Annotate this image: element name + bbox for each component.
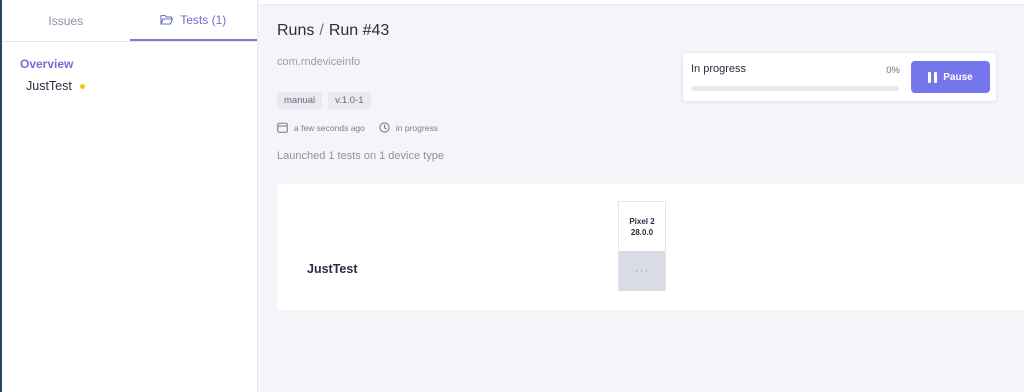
tab-issues-label: Issues (48, 13, 84, 28)
top-bar (258, 0, 1024, 5)
sidebar-item-justtest[interactable]: JustTest (2, 78, 257, 94)
breadcrumb-separator: / (319, 22, 324, 39)
run-tags: manual v.1.0-1 (277, 92, 371, 109)
run-package: com.rndeviceinfo (277, 56, 361, 68)
app-window: Issues Tests (1) Overview JustTest Runs /… (0, 0, 1024, 392)
breadcrumb-current: Run #43 (328, 22, 390, 39)
device-header: Pixel 2 28.0.0 (619, 202, 665, 251)
sidebar-tabs: Issues Tests (1) (2, 0, 257, 42)
device-version: 28.0.0 (630, 227, 654, 237)
pause-button-label: Pause (943, 71, 973, 83)
progress-percent: 0% (886, 65, 900, 76)
launched-summary: Launched 1 tests on 1 device type (277, 150, 444, 162)
sidebar: Issues Tests (1) Overview JustTest (2, 0, 258, 392)
sidebar-item-overview[interactable]: Overview (2, 56, 257, 72)
run-created: a few seconds ago (294, 122, 365, 133)
pause-button[interactable]: Pause (911, 61, 990, 93)
device-name: Pixel 2 (629, 216, 655, 226)
sidebar-list: Overview JustTest (2, 42, 257, 94)
test-row-name[interactable]: JustTest (307, 262, 357, 276)
progress-card: In progress 0% Pause (682, 52, 997, 102)
run-meta: a few seconds ago in progress (277, 122, 438, 133)
main-content: Runs / Run #43 com.rndeviceinfo manual v.1… (258, 0, 1024, 392)
calendar-icon (277, 122, 288, 133)
progress-status: In progress (691, 63, 747, 75)
device-column: Pixel 2 28.0.0 ··· (618, 201, 666, 291)
clock-icon (379, 122, 390, 133)
run-status: in progress (395, 122, 438, 133)
tag-badge: manual (277, 92, 323, 109)
tab-tests-label: Tests (1) (180, 12, 227, 27)
status-dot (79, 83, 85, 89)
breadcrumb-runs-link[interactable]: Runs (277, 22, 314, 39)
tab-issues[interactable]: Issues (2, 0, 130, 41)
test-result-cell[interactable]: ··· (619, 251, 665, 291)
pause-icon (928, 71, 938, 83)
breadcrumb: Runs / Run #43 (277, 22, 389, 40)
tab-tests[interactable]: Tests (1) (129, 0, 257, 41)
results-matrix: JustTest Pixel 2 28.0.0 ··· (277, 184, 1024, 310)
folder-open-icon (160, 14, 174, 25)
progress-bar (691, 86, 899, 91)
tag-badge: v.1.0-1 (328, 92, 371, 109)
sidebar-item-label: JustTest (26, 79, 72, 93)
